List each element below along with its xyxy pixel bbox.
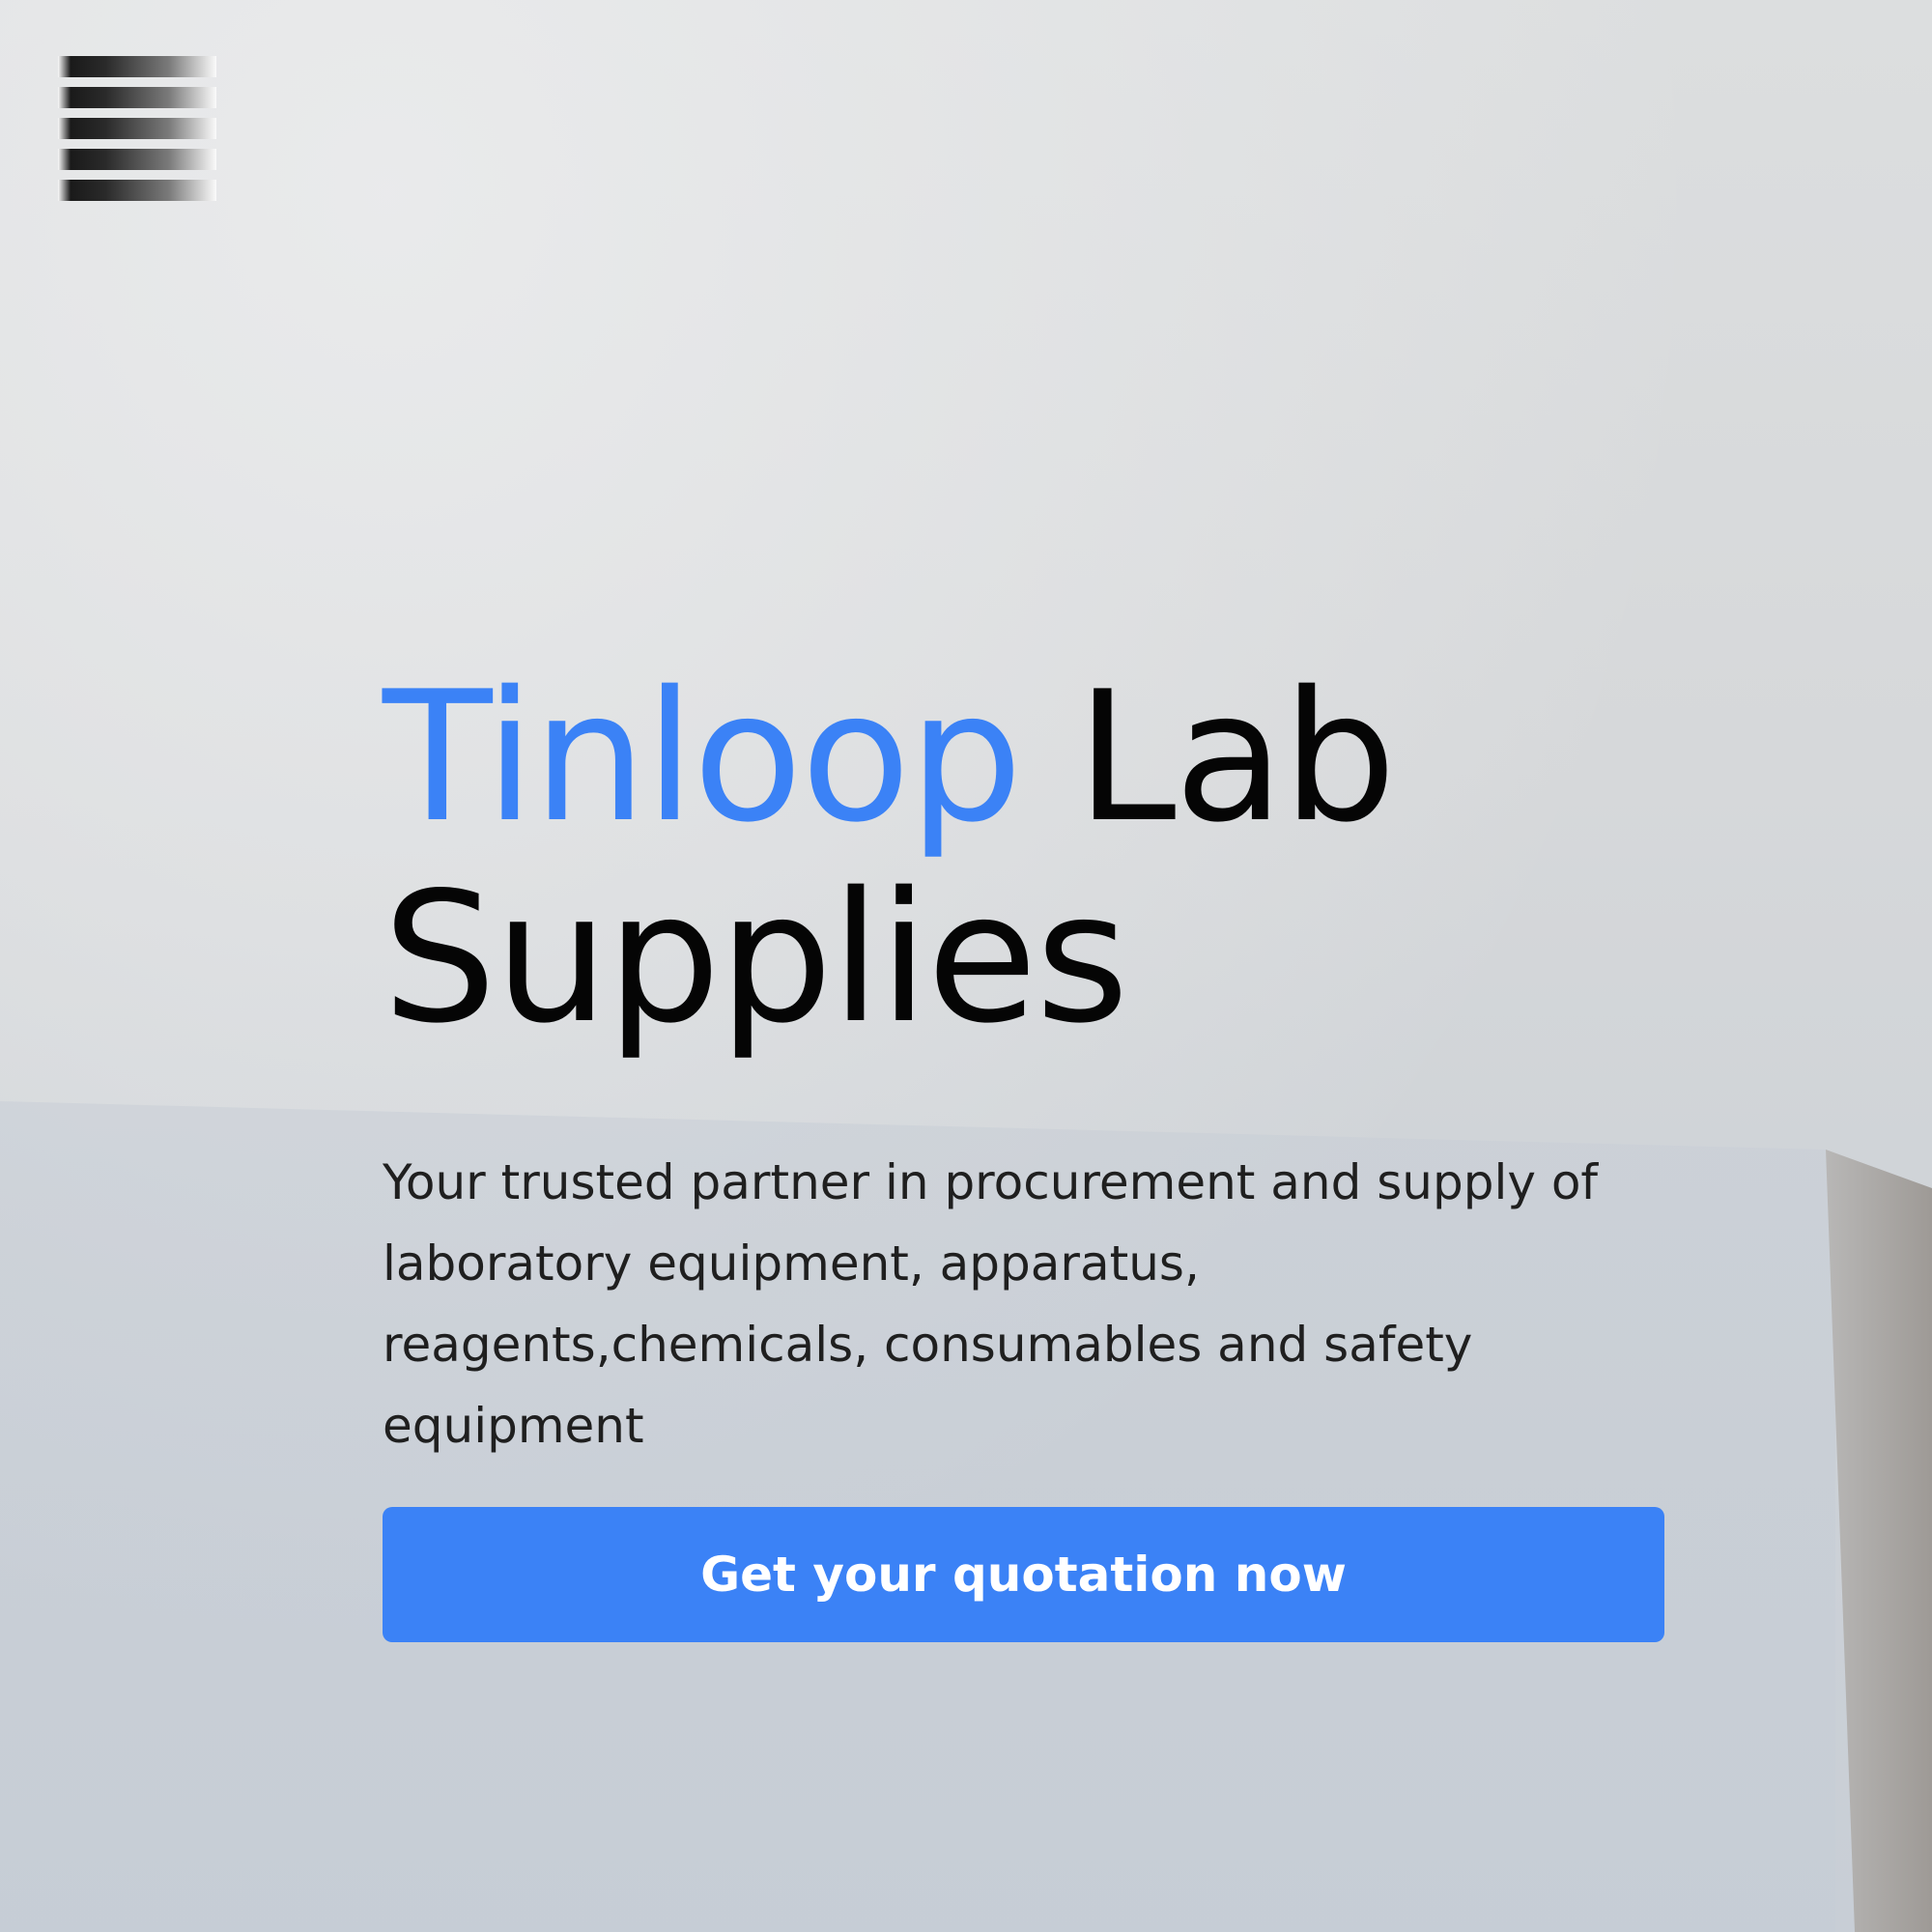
hero-subtitle: Your trusted partner in procurement and …: [383, 1154, 1599, 1454]
get-quotation-button[interactable]: Get your quotation now: [383, 1507, 1664, 1642]
hero-title-brand: Tinloop: [383, 652, 1023, 862]
menu-bar-2: [58, 87, 216, 108]
hero-section: Tinloop Lab Supplies Your trusted partne…: [383, 657, 1687, 1466]
menu-bar-3: [58, 118, 216, 139]
menu-bar-4: [58, 149, 216, 170]
hero-title: Tinloop Lab Supplies: [383, 657, 1687, 1059]
hamburger-menu-icon[interactable]: [58, 56, 216, 201]
menu-bar-1: [58, 56, 216, 77]
menu-bar-5: [58, 180, 216, 201]
